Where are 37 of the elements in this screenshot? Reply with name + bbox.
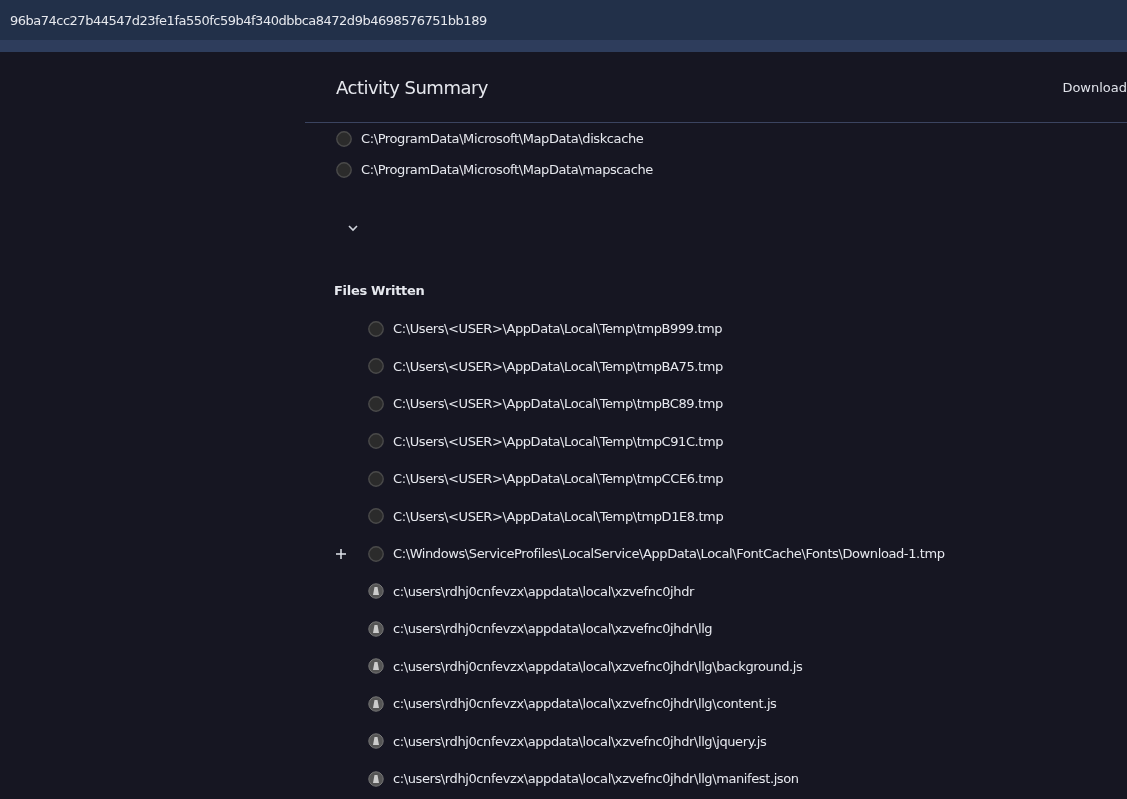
circle-icon	[368, 508, 384, 525]
emblem-icon	[368, 733, 384, 750]
circle-icon	[368, 358, 384, 375]
file-path: C:\Users\<USER>\AppData\Local\Temp\tmpB999.tmp	[393, 321, 723, 337]
emblem-icon	[368, 770, 384, 787]
expand-button[interactable]	[335, 547, 347, 560]
circle-icon	[368, 433, 384, 450]
circle-icon	[336, 130, 352, 147]
file-path: C:\ProgramData\Microsoft\MapData\diskcache	[361, 131, 644, 146]
file-path: C:\Users\<USER>\AppData\Local\Temp\tmpBC89.tmp	[393, 396, 723, 412]
file-path: c:\users\rdhj0cnfevzx\appdata\local\xzvefnc0jhdr\llg\jquery.js	[393, 733, 767, 749]
file-path: C:\ProgramData\Microsoft\MapData\mapscache	[361, 162, 653, 177]
window-title: 96ba74cc27b44547d23fe1fa550fc59b4f340dbbca8472d9b4698576751bb189	[10, 12, 487, 28]
chevron-icon	[347, 222, 359, 234]
circle-icon	[368, 470, 384, 487]
section-heading: Files Written	[334, 283, 426, 298]
file-path: c:\users\rdhj0cnfevzx\appdata\local\xzvefnc0jhdr\llg\manifest.json	[393, 771, 799, 787]
file-path: C:\Users\<USER>\AppData\Local\Temp\tmpBA75.tmp	[393, 358, 723, 374]
file-path: C:\Users\<USER>\AppData\Local\Temp\tmpCCE6.tmp	[393, 471, 724, 487]
emblem-icon	[368, 620, 384, 637]
circle-icon	[368, 320, 384, 337]
download-link[interactable]: Download	[1062, 79, 1127, 95]
file-path: c:\users\rdhj0cnfevzx\appdata\local\xzvefnc0jhdr\llg\content.js	[393, 696, 777, 712]
plus-icon	[335, 547, 347, 560]
file-path: c:\users\rdhj0cnfevzx\appdata\local\xzvefnc0jhdr	[393, 583, 694, 599]
section-title: Activity Summary	[336, 76, 489, 98]
file-path: c:\users\rdhj0cnfevzx\appdata\local\xzvefnc0jhdr\llg	[393, 621, 713, 637]
file-path: c:\users\rdhj0cnfevzx\appdata\local\xzvefnc0jhdr\llg\background.js	[393, 658, 803, 674]
emblem-icon	[368, 658, 384, 675]
file-path: C:\Windows\ServiceProfiles\LocalService\AppData\Local\FontCache\Fonts\Download-1.tmp	[393, 546, 945, 562]
circle-icon	[368, 395, 384, 412]
file-path: C:\Users\<USER>\AppData\Local\Temp\tmpD1E8.tmp	[393, 508, 724, 524]
emblem-icon	[368, 583, 384, 600]
circle-icon	[336, 161, 352, 178]
circle-icon	[368, 545, 384, 562]
file-path: C:\Users\<USER>\AppData\Local\Temp\tmpC91C.tmp	[393, 433, 724, 449]
emblem-icon	[368, 695, 384, 712]
